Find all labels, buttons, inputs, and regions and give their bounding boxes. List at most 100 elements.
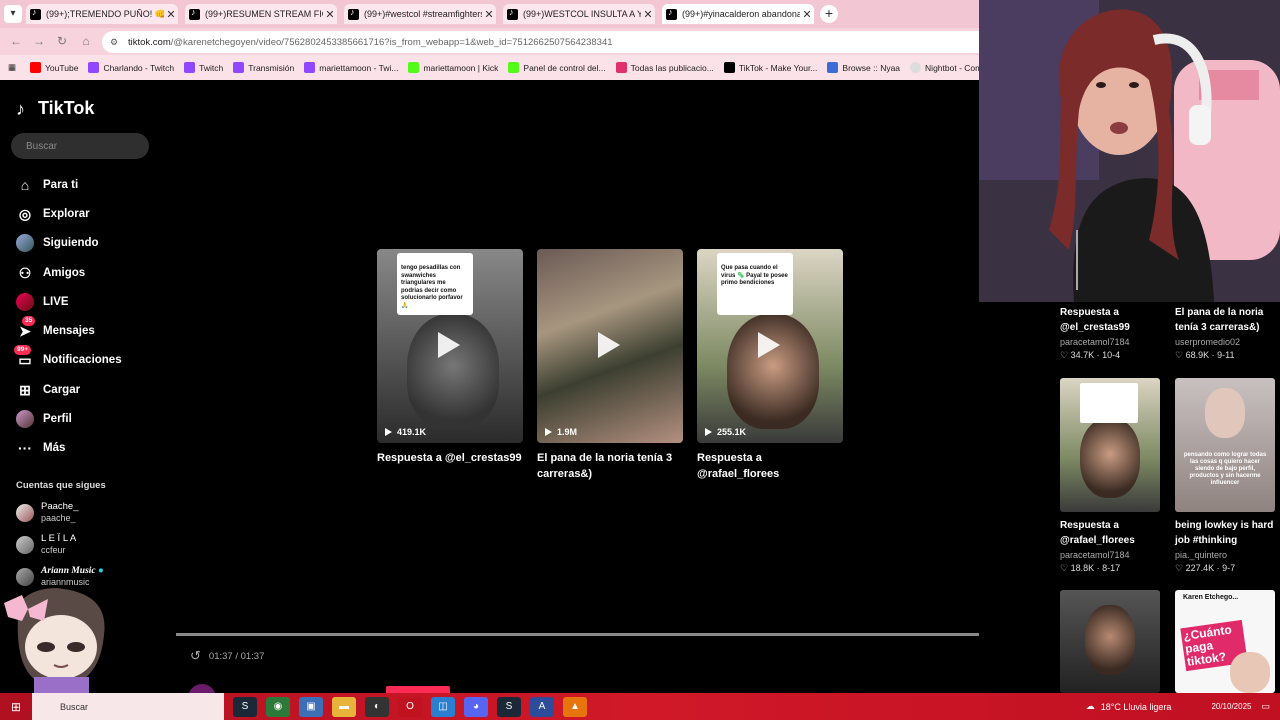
likes-text: 18.8K xyxy=(1070,563,1095,573)
windows-start-icon[interactable]: ⊞ xyxy=(0,693,32,720)
thumbnail-face xyxy=(1080,418,1140,498)
browser-tab-bar: ▾ (99+);TREMENDO PUÑO! 👊🔥 ✕ (99+)RESUMEN… xyxy=(0,0,979,28)
nav-item-explorar[interactable]: ◎ Explorar xyxy=(16,199,156,228)
reload-icon[interactable]: ↻ xyxy=(54,33,70,49)
new-tab-plus-icon[interactable]: + xyxy=(820,5,838,23)
tab-close-icon[interactable]: ✕ xyxy=(323,8,337,21)
home-icon[interactable]: ⌂ xyxy=(78,33,94,49)
nav-item-siguiendo[interactable]: Siguiendo xyxy=(16,229,156,258)
bookmark-item[interactable]: Transmisión xyxy=(233,62,294,73)
followed-account[interactable]: L E Ï L Accfeur xyxy=(16,533,76,556)
discord-icon[interactable]: ◕ xyxy=(464,696,488,717)
related-meta: ♡ 18.8K · 8-17 xyxy=(1060,563,1121,573)
site-info-icon[interactable]: ⚙ xyxy=(110,37,122,48)
url-path: /@karenetchegoyen/video/7562802453385661… xyxy=(170,36,613,48)
opera-icon[interactable]: O xyxy=(398,696,422,717)
weather-text[interactable]: 18°C Lluvia ligera xyxy=(1101,702,1172,712)
nav-item-notificaciones[interactable]: ▭ 99+ Notificaciones xyxy=(14,345,156,375)
forward-arrow-icon[interactable]: → xyxy=(31,33,47,49)
browser-tab-active[interactable]: (99+)#yinacalderon abandona ✕ xyxy=(662,4,814,24)
apps-grid-icon[interactable]: ▦ xyxy=(8,62,16,73)
video-thumbnail[interactable]: Que pasa cuando el virus 🦠 Payal te pose… xyxy=(697,249,843,443)
browser-tab[interactable]: (99+)#westcol #streamfighters ✕ xyxy=(344,4,496,24)
nav-item-para-ti[interactable]: ⌂ Para ti xyxy=(16,170,156,199)
bookmark-item[interactable]: mariettamoon | Kick xyxy=(408,62,498,73)
related-thumbnail[interactable] xyxy=(1060,590,1160,693)
tab-search-menu-icon[interactable]: ▾ xyxy=(4,5,22,23)
video-progress-bar[interactable] xyxy=(176,633,1044,636)
tiktok-page: ♪ TikTok Buscar ⌂ Para ti ◎ Explorar Sigui… xyxy=(0,80,1044,712)
card-title[interactable]: Respuesta a @rafael_florees xyxy=(697,450,843,482)
windows-taskbar: ⊞ Buscar S ◉ ▣ ▬ ◐ O ◫ ◕ S A ▲ ☁ 18°C Ll… xyxy=(0,693,1280,720)
notifications-tray-icon[interactable]: ▭ xyxy=(1261,701,1270,712)
nav-item-amigos[interactable]: ⚇ Amigos xyxy=(16,258,156,287)
nav-item-perfil[interactable]: Perfil xyxy=(16,404,156,433)
related-video[interactable]: Respuesta a @el_crestas99 paracetamol718… xyxy=(1060,305,1160,362)
nav-item-live[interactable]: LIVE xyxy=(16,287,156,316)
app-icon[interactable]: A xyxy=(530,696,554,717)
tab-close-icon[interactable]: ✕ xyxy=(482,8,496,21)
browser-tab[interactable]: (99+);TREMENDO PUÑO! 👊🔥 ✕ xyxy=(26,4,178,24)
address-bar[interactable]: ⚙ tiktok.com/@karenetchegoyen/video/7562… xyxy=(102,31,979,53)
browser-tab[interactable]: (99+)WESTCOL INSULTA A YINA ✕ xyxy=(503,4,655,24)
bookmark-item[interactable]: mariettamoon - Twi... xyxy=(304,62,398,73)
file-explorer-icon[interactable]: ▬ xyxy=(332,696,356,717)
video-thumbnail[interactable]: 1.9M xyxy=(537,249,683,443)
related-video[interactable]: Respuesta a @rafael_florees paracetamol7… xyxy=(1060,518,1160,575)
taskbar-search-placeholder: Buscar xyxy=(60,701,89,712)
app-icon[interactable]: ◫ xyxy=(431,696,455,717)
related-video[interactable]: being lowkey is hard job #thinking pia._… xyxy=(1175,518,1275,575)
bookmark-item[interactable]: Browse :: Nyaa xyxy=(827,62,900,73)
card-title[interactable]: El pana de la noria tenía 3 carreras&) xyxy=(537,450,683,482)
avatar xyxy=(16,503,34,522)
heart-icon: ♡ xyxy=(1060,350,1069,360)
weather-icon[interactable]: ☁ xyxy=(1086,701,1095,712)
nav-item-cargar[interactable]: ⊞ Cargar xyxy=(16,375,156,404)
nav-label: Siguiendo xyxy=(43,237,99,250)
chrome-icon[interactable]: ◉ xyxy=(266,696,290,717)
end-card[interactable]: Que pasa cuando el virus 🦠 Payal te pose… xyxy=(697,249,843,482)
likes-text: 34.7K xyxy=(1070,350,1095,360)
app-icon[interactable]: ▣ xyxy=(299,696,323,717)
tiktok-logo[interactable]: ♪ TikTok xyxy=(16,98,94,119)
likes-text: 227.4K xyxy=(1185,563,1215,573)
bookmark-item[interactable]: Charlando - Twitch xyxy=(88,62,174,73)
steam-icon[interactable]: S xyxy=(497,696,521,717)
end-card[interactable]: tengo pesadillas con swanwiches triangul… xyxy=(377,249,523,466)
related-thumbnail[interactable] xyxy=(1060,378,1160,512)
browser-tab[interactable]: (99+)RESUMEN STREAM FIGHT ✕ xyxy=(185,4,337,24)
heart-icon: ♡ xyxy=(1175,563,1184,573)
twitch-icon xyxy=(184,62,196,73)
tab-close-icon[interactable]: ✕ xyxy=(800,8,814,21)
taskbar-search-input[interactable]: Buscar xyxy=(32,693,224,720)
end-card[interactable]: 1.9M El pana de la noria tenía 3 carrera… xyxy=(537,249,683,482)
video-thumbnail[interactable]: tengo pesadillas con swanwiches triangul… xyxy=(377,249,523,443)
nav-item-mas[interactable]: ··· Más xyxy=(16,434,156,463)
play-icon xyxy=(438,332,460,358)
bookmark-item[interactable]: TikTok - Make Your... xyxy=(723,62,818,73)
tab-close-icon[interactable]: ✕ xyxy=(641,8,655,21)
vlc-icon[interactable]: ▲ xyxy=(563,696,587,717)
obs-icon[interactable]: ◐ xyxy=(365,696,389,717)
bookmark-label: mariettamoon - Twi... xyxy=(319,62,399,73)
back-arrow-icon[interactable]: ← xyxy=(8,33,24,49)
date-text[interactable]: 20/10/2025 xyxy=(1211,702,1251,711)
search-input[interactable]: Buscar xyxy=(11,133,149,159)
steam-icon[interactable]: S xyxy=(233,696,257,717)
card-title[interactable]: Respuesta a @el_crestas99 xyxy=(377,450,523,466)
replay-icon[interactable]: ↺ xyxy=(190,648,201,664)
bookmark-item[interactable]: Todas las publicacio... xyxy=(615,62,714,73)
bookmark-item[interactable]: YouTube xyxy=(30,62,78,73)
bookmark-item[interactable]: Panel de control del... xyxy=(508,62,606,73)
tab-close-icon[interactable]: ✕ xyxy=(164,8,178,21)
tab-title: (99+);TREMENDO PUÑO! 👊🔥 xyxy=(46,8,164,19)
related-thumbnail[interactable]: pensando como lograr todas las cosas q q… xyxy=(1175,378,1275,512)
related-video[interactable]: El pana de la noria tenía 3 carreras&) u… xyxy=(1175,305,1275,362)
related-thumbnail[interactable]: Karen Etchego... ¿Cuánto paga tiktok? xyxy=(1175,590,1275,693)
bookmark-item[interactable]: Twitch xyxy=(184,62,223,73)
bookmark-label: TikTok - Make Your... xyxy=(738,62,818,73)
home-icon: ⌂ xyxy=(20,176,30,193)
nav-item-mensajes[interactable]: ➤ 35 Mensajes xyxy=(16,316,156,345)
nav-label: Perfil xyxy=(43,413,72,426)
followed-account[interactable]: Paache_ paache_ xyxy=(16,501,79,524)
